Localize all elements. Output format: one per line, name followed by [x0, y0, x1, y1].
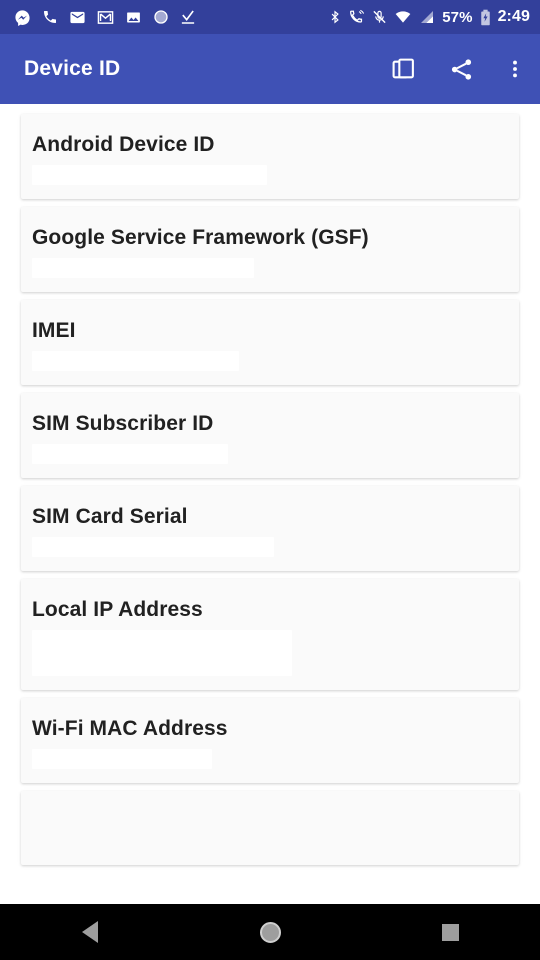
device-id-card-title: SIM Card Serial [32, 505, 188, 529]
nav-recents-button[interactable] [400, 904, 500, 960]
device-id-card[interactable]: SIM Subscriber ID [21, 393, 519, 479]
circle-home-icon [259, 921, 281, 943]
device-id-card-value [32, 351, 239, 372]
device-id-card-title: Android Device ID [32, 133, 215, 156]
status-bar-system-icons: 57% 2:49 [328, 9, 530, 26]
device-id-list[interactable]: Android Device ID Google Service Framewor… [0, 104, 540, 904]
device-id-card-value [32, 537, 274, 558]
phone-icon [44, 11, 56, 23]
device-id-card-value [32, 630, 292, 677]
copy-all-button[interactable] [374, 40, 432, 98]
nav-home-button[interactable] [220, 904, 320, 960]
checkmark-underline-icon [181, 10, 195, 24]
device-id-card[interactable]: IMEI [21, 300, 519, 386]
device-id-card-value [32, 444, 228, 465]
device-id-card-value [32, 165, 267, 186]
device-id-card[interactable]: Android Device ID [21, 114, 519, 200]
system-navigation-bar [0, 904, 540, 960]
status-bar-clock: 2:49 [497, 8, 530, 25]
nav-back-button[interactable] [40, 904, 140, 960]
gmail-icon [97, 10, 114, 24]
square-recents-icon [441, 923, 459, 941]
more-vert-icon [513, 60, 517, 78]
cellular-signal-icon [421, 11, 434, 23]
copy-icon [392, 58, 414, 78]
call-vibrate-icon [350, 9, 365, 23]
photo-icon [127, 12, 140, 22]
device-id-card-title: SIM Subscriber ID [32, 412, 214, 436]
microphone-muted-icon [373, 10, 386, 24]
device-id-card-title: Google Service Framework (GSF) [32, 226, 369, 250]
bluetooth-icon [331, 10, 340, 24]
wifi-icon [395, 11, 411, 23]
device-id-card[interactable]: Wi-Fi MAC Address [21, 698, 519, 784]
page-title: Device ID [24, 57, 121, 80]
android-screen: 57% 2:49 Device ID Android Device ID Goo… [0, 0, 540, 960]
device-id-card-title: IMEI [32, 319, 76, 343]
device-id-card[interactable]: SIM Card Serial [21, 486, 519, 572]
battery-charging-icon [480, 9, 490, 25]
device-id-card-value [32, 258, 254, 279]
device-id-card-title: Local IP Address [32, 598, 203, 622]
device-id-card[interactable]: Google Service Framework (GSF) [21, 207, 519, 293]
email-icon [70, 11, 85, 23]
messenger-icon [15, 9, 30, 26]
app-bar: Device ID [0, 34, 540, 104]
battery-percent-label: 57% [442, 8, 473, 26]
device-id-card[interactable] [21, 791, 519, 866]
share-icon [451, 58, 471, 80]
overflow-menu-button[interactable] [490, 40, 540, 98]
status-bar-notification-icons [14, 9, 196, 26]
status-bar: 57% 2:49 [0, 0, 540, 34]
circle-sync-icon [154, 10, 168, 24]
device-id-card-value [32, 749, 212, 770]
triangle-back-icon [82, 921, 98, 943]
app-bar-actions [374, 40, 540, 98]
device-id-card-title: Wi-Fi MAC Address [32, 717, 228, 741]
share-button[interactable] [432, 40, 490, 98]
device-id-card[interactable]: Local IP Address [21, 579, 519, 691]
